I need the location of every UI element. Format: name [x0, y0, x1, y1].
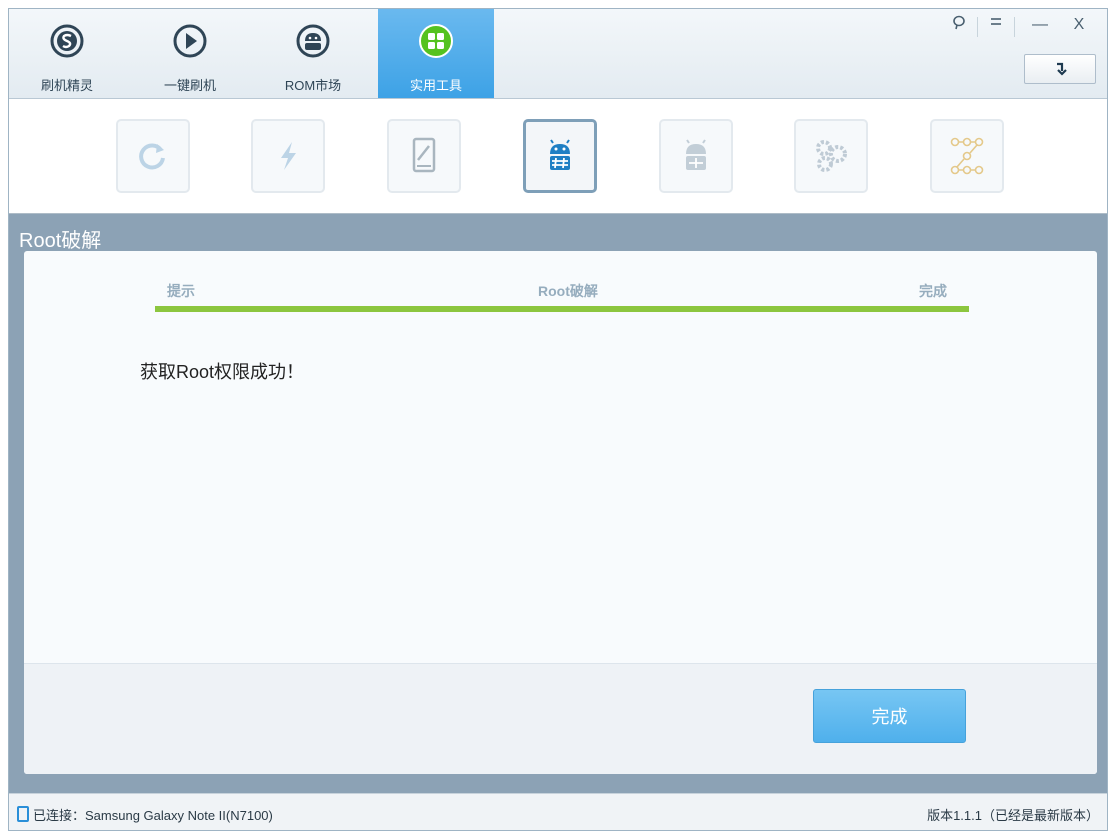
divider	[977, 17, 978, 37]
tab-flash-wizard[interactable]: 刷机精灵	[9, 9, 125, 98]
tab-label: 一键刷机	[163, 78, 216, 93]
feedback-button[interactable]	[944, 15, 974, 37]
tool-refresh[interactable]	[116, 119, 190, 193]
tool-root[interactable]	[523, 119, 597, 193]
tab-one-click-flash[interactable]: 一键刷机	[132, 9, 248, 98]
pattern-lock-icon	[950, 137, 984, 175]
tool-unroot[interactable]	[659, 119, 733, 193]
result-message: 获取Root权限成功！	[140, 362, 305, 382]
s-logo-icon	[50, 24, 84, 58]
done-button[interactable]: 完成	[813, 689, 966, 743]
tab-utilities[interactable]: 实用工具	[378, 9, 494, 98]
phone-icon	[17, 806, 29, 822]
feedback-icon	[953, 15, 965, 30]
close-icon: X	[1073, 16, 1085, 33]
step-tip: 提示	[167, 283, 195, 299]
tool-icons-row	[9, 99, 1107, 304]
tab-label: 刷机精灵	[40, 78, 93, 93]
gears-icon	[816, 140, 847, 172]
step-root: Root破解	[538, 283, 598, 299]
tool-settings[interactable]	[794, 119, 868, 193]
tab-rom-market[interactable]: ROM市场	[255, 9, 371, 98]
play-icon	[173, 24, 207, 58]
top-nav-bar: 刷机精灵 一键刷机 ROM市场 实用工具 — X	[9, 9, 1107, 99]
tab-label: ROM市场	[284, 78, 342, 93]
menu-icon	[991, 18, 1001, 25]
flash-icon	[281, 142, 296, 170]
tab-label: 实用工具	[409, 78, 462, 93]
app-window: 刷机精灵 一键刷机 ROM市场 实用工具 — X Root破解 提示 Root破…	[8, 8, 1108, 831]
section-title: Root破解	[19, 230, 102, 252]
status-bar: 已连接：Samsung Galaxy Note II(N7100) 版本1.1.…	[9, 793, 1107, 830]
step-done: 完成	[919, 283, 947, 299]
android-icon	[296, 24, 330, 58]
tool-flash[interactable]	[251, 119, 325, 193]
version-status: 版本1.1.1（已经是最新版本）	[927, 808, 1099, 823]
tool-tablet-edit[interactable]	[387, 119, 461, 193]
progress-bar	[155, 306, 969, 312]
download-button[interactable]	[1024, 54, 1096, 84]
card-footer: 完成	[24, 663, 1097, 774]
menu-button[interactable]	[981, 15, 1011, 37]
grid-icon	[419, 24, 453, 58]
content-card: 提示 Root破解 完成 获取Root权限成功！ 完成	[24, 251, 1097, 774]
root-section: Root破解 提示 Root破解 完成 获取Root权限成功！ 完成	[9, 214, 1107, 796]
refresh-icon	[139, 143, 165, 170]
tool-pattern-lock[interactable]	[930, 119, 1004, 193]
tablet-edit-icon	[412, 137, 436, 173]
divider	[1014, 17, 1015, 37]
root-android-icon	[550, 139, 570, 170]
minimize-button[interactable]: —	[1025, 15, 1055, 37]
minimize-icon: —	[1032, 16, 1048, 33]
connection-status: 已连接：Samsung Galaxy Note II(N7100)	[17, 805, 273, 824]
connection-text: 已连接：Samsung Galaxy Note II(N7100)	[33, 808, 273, 823]
android-unroot-icon	[686, 139, 706, 170]
arrow-down-icon	[1057, 62, 1067, 76]
close-button[interactable]: X	[1064, 15, 1094, 37]
